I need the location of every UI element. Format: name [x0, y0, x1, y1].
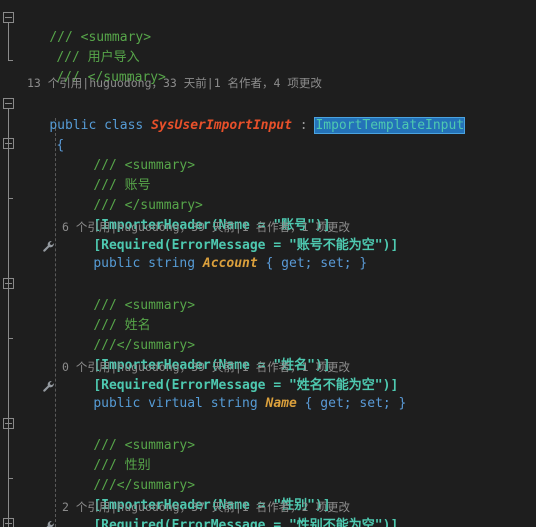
code-line-m1-summary-open: /// <summary> — [93, 158, 196, 173]
code-line-m2-summary-text: /// 姓名 — [93, 318, 151, 333]
wrench-icon[interactable] — [42, 240, 56, 254]
code-line-m3-summary-text: /// 性别 — [93, 458, 151, 473]
fold-gutter[interactable] — [0, 0, 18, 527]
code-line-m3-summary-open: /// <summary> — [93, 438, 196, 453]
code-line-class-summary-close: /// </summary> — [56, 70, 166, 85]
fold-toggle-member-3[interactable] — [3, 418, 14, 429]
wrench-icon[interactable] — [42, 520, 56, 527]
code-line-class-summary-open: /// <summary> — [49, 30, 152, 45]
fold-toggle-member-4[interactable] — [3, 518, 14, 527]
code-line-class-declaration: public class SysUserImportInput : Import… — [49, 118, 465, 133]
fold-toggle-class-doc[interactable] — [3, 12, 14, 23]
code-line-m2-summary-open: /// <summary> — [93, 298, 196, 313]
code-line-m3-attr-importer: [ImporterHeader(Name = "性别")] — [93, 498, 331, 513]
fold-bracket-class-body — [8, 109, 9, 527]
code-line-m1-summary-close: /// </summary> — [93, 198, 203, 213]
fold-bracket-member-1 — [8, 198, 13, 199]
code-line-m3-summary-close: ///</summary> — [93, 478, 196, 493]
class-name[interactable]: SysUserImportInput — [151, 118, 292, 133]
fold-toggle-class-body[interactable] — [3, 98, 14, 109]
property-name-name[interactable]: Name — [266, 396, 297, 411]
codelens-class[interactable]: 13 个引用|huguodong，33 天前|1 名作者，4 项更改 — [27, 73, 322, 93]
code-line-m1-summary-text: /// 账号 — [93, 178, 151, 193]
code-line-m2-declaration: public virtual string Name { get; set; } — [93, 396, 407, 411]
fold-bracket-member-2 — [8, 338, 13, 339]
fold-bracket-class-doc — [8, 23, 13, 61]
fold-bracket-member-3 — [8, 478, 13, 479]
fold-toggle-member-2[interactable] — [3, 278, 14, 289]
indent-guide-level-1 — [55, 118, 56, 527]
code-line-m1-attr-importer: [ImporterHeader(Name = "账号")] — [93, 218, 331, 233]
code-line-m1-declaration: public string Account { get; set; } — [93, 256, 368, 271]
code-line-m2-attr-importer: [ImporterHeader(Name = "姓名")] — [93, 358, 331, 373]
code-line-m2-summary-close: ///</summary> — [93, 338, 196, 353]
code-line-class-open-brace: { — [56, 138, 65, 153]
code-line-m3-declaration: public string Gender { get; set; } — [62, 514, 359, 527]
property-name-account[interactable]: Account — [203, 256, 258, 271]
base-class-selected[interactable]: ImportTemplateInput — [315, 118, 465, 133]
wrench-icon[interactable] — [42, 380, 56, 394]
code-line-class-summary-text: /// 用户导入 — [56, 50, 140, 65]
code-editor[interactable]: /// <summary> /// 用户导入 /// </summary> 13… — [0, 0, 536, 527]
fold-toggle-member-1[interactable] — [3, 138, 14, 149]
